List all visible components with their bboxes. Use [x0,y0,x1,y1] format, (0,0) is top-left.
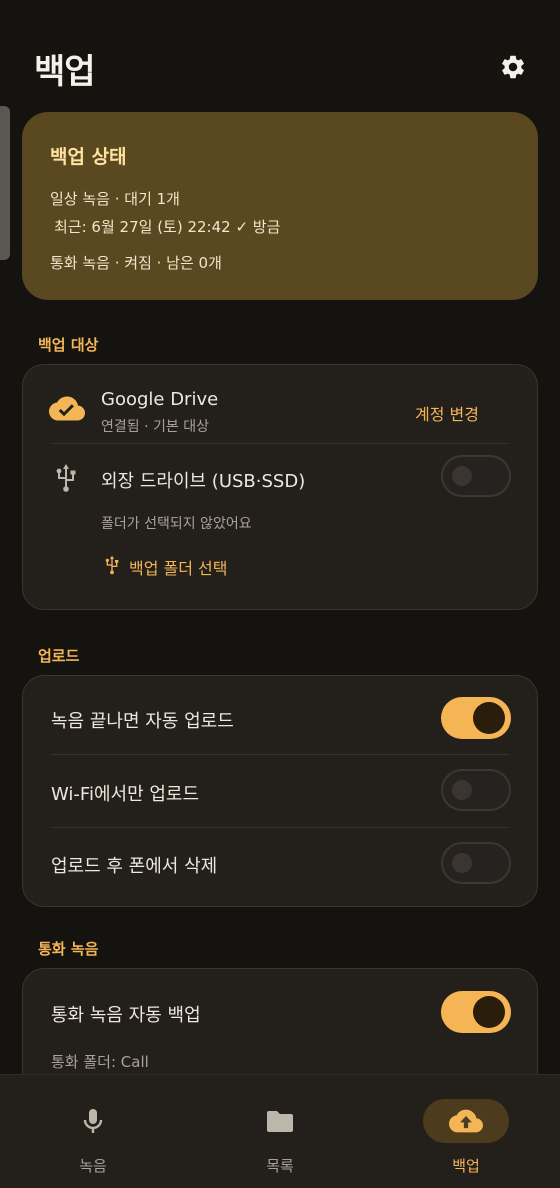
page-title: 백업 [34,52,96,92]
usb-icon [101,553,123,577]
nav-pill-active [423,1099,509,1143]
toggle-knob [452,853,472,873]
wifi-only-label: Wi-Fi에서만 업로드 [51,784,200,805]
gear-icon [502,55,524,79]
divider [51,754,509,755]
cloud-check-icon [47,393,87,427]
wifi-only-toggle[interactable] [441,769,511,811]
mic-icon [83,1109,103,1133]
drive-name: Google Drive [101,389,219,410]
divider [51,443,509,444]
edge-drag-handle[interactable] [0,106,10,260]
call-auto-backup-label: 통화 녹음 자동 백업 [51,1005,201,1026]
usb-drive-name: 외장 드라이브 (USB·SSD) [101,471,306,492]
section-title-call: 통화 녹음 [38,940,99,958]
upload-settings-card: 녹음 끝나면 자동 업로드 Wi-Fi에서만 업로드 업로드 후 폰에서 삭제 [22,675,538,907]
delete-after-upload-label: 업로드 후 폰에서 삭제 [51,856,218,877]
nav-item-list[interactable]: 목록 [187,1075,373,1188]
backup-targets-card: Google Drive 연결됨 · 기본 대상 계정 변경 외장 드라이브 (… [22,364,538,610]
auto-upload-toggle[interactable] [441,697,511,739]
bottom-navigation: 녹음 목록 백업 [0,1074,560,1188]
nav-item-record[interactable]: 녹음 [0,1075,186,1188]
backup-status-card: 백업 상태 일상 녹음 · 대기 1개 최근: 6월 27일 (토) 22:42… [22,112,538,300]
app-header: 백업 [0,0,560,110]
nav-label-record: 녹음 [79,1157,107,1175]
drive-status: 연결됨 · 기본 대상 [101,419,209,435]
status-daily: 일상 녹음 · 대기 1개 [50,190,180,208]
status-call: 통화 녹음 · 켜짐 · 남은 0개 [50,254,222,272]
divider [51,827,509,828]
select-backup-folder-button[interactable]: 백업 폴더 선택 [129,555,228,579]
nav-pill [50,1099,136,1143]
toggle-knob [452,466,472,486]
nav-item-backup[interactable]: 백업 [373,1075,559,1188]
change-account-button[interactable]: 계정 변경 [415,401,479,425]
toggle-knob [473,996,505,1028]
call-auto-backup-toggle[interactable] [441,991,511,1033]
folder-icon [267,1111,293,1132]
nav-label-backup: 백업 [452,1157,480,1175]
toggle-knob [473,702,505,734]
nav-pill [237,1099,323,1143]
toggle-knob [452,780,472,800]
status-recent: 최근: 6월 27일 (토) 22:42 ✓ 방금 [54,218,281,236]
usb-icon [51,461,81,495]
section-title-targets: 백업 대상 [38,336,99,354]
settings-button[interactable] [494,48,532,86]
nav-label-list: 목록 [266,1157,294,1175]
delete-after-upload-toggle[interactable] [441,842,511,884]
call-folder-label: 통화 폴더: Call [51,1053,149,1071]
status-title: 백업 상태 [50,146,127,168]
auto-upload-label: 녹음 끝나면 자동 업로드 [51,711,234,732]
usb-drive-toggle[interactable] [441,455,511,497]
cloud-upload-icon [449,1109,483,1133]
usb-folder-status: 폴더가 선택되지 않았어요 [101,516,252,532]
section-title-upload: 업로드 [38,647,80,665]
